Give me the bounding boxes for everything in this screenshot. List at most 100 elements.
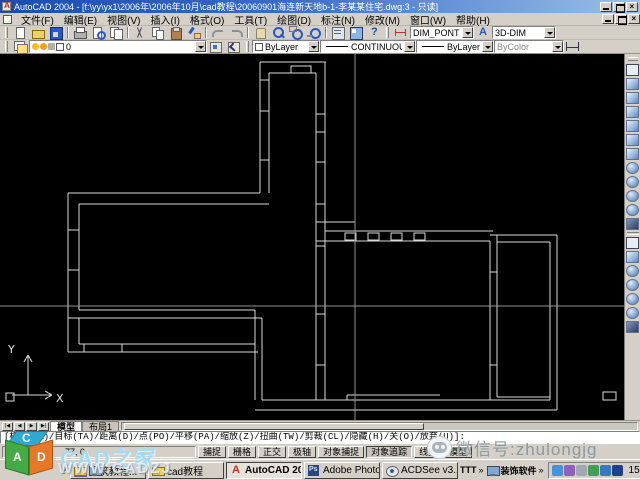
chevron-down-icon[interactable] bbox=[195, 41, 206, 52]
chevron-icon[interactable]: » bbox=[539, 465, 544, 475]
chevron-icon[interactable]: » bbox=[479, 465, 484, 475]
antivirus-icon[interactable] bbox=[587, 464, 599, 476]
menu-help[interactable]: 帮助(H) bbox=[451, 12, 495, 27]
plot-preview-icon[interactable] bbox=[90, 26, 106, 40]
otrack-toggle[interactable]: 对象追踪 bbox=[366, 445, 413, 458]
redo-icon[interactable] bbox=[228, 26, 244, 39]
close-button[interactable] bbox=[626, 1, 638, 12]
ne-isometric-view-icon[interactable] bbox=[626, 190, 639, 202]
help-icon[interactable] bbox=[366, 26, 382, 39]
open-icon[interactable] bbox=[30, 26, 46, 39]
menu-draw[interactable]: 绘图(D) bbox=[272, 12, 316, 27]
menu-format[interactable]: 格式(O) bbox=[185, 12, 229, 27]
undo-icon[interactable] bbox=[210, 26, 226, 39]
grid-toggle[interactable]: 栅格 bbox=[228, 445, 257, 458]
chevron-down-icon[interactable] bbox=[404, 41, 415, 52]
input-method-icon[interactable] bbox=[611, 464, 623, 476]
drawing-canvas[interactable]: YX bbox=[0, 54, 624, 420]
plotstyle-combo[interactable]: ByColor bbox=[494, 40, 564, 53]
new-icon[interactable] bbox=[12, 26, 28, 39]
text-style-icon[interactable] bbox=[475, 26, 491, 39]
chevron-down-icon[interactable] bbox=[482, 41, 493, 52]
se-isometric-view-icon[interactable] bbox=[626, 176, 639, 188]
horizontal-scrollbar[interactable] bbox=[121, 421, 638, 431]
toolbar-grip[interactable] bbox=[5, 27, 8, 38]
chevron-down-icon[interactable] bbox=[308, 41, 319, 52]
menu-insert[interactable]: 插入(I) bbox=[145, 12, 184, 27]
toolbar-grip[interactable] bbox=[246, 41, 249, 52]
taskbar-button-acdsee[interactable]: ACDSee v3.1... bbox=[382, 461, 458, 479]
linear-dimension-icon[interactable] bbox=[565, 40, 581, 53]
menu-dimension[interactable]: 标注(N) bbox=[316, 12, 360, 27]
minimize-button[interactable] bbox=[600, 1, 612, 12]
save-icon[interactable] bbox=[48, 26, 64, 40]
taskbar-toolbar-label[interactable]: TTT bbox=[460, 465, 477, 475]
named-views-icon[interactable] bbox=[626, 64, 639, 76]
make-object-layer-current-icon[interactable] bbox=[208, 40, 224, 53]
doc-restore-button[interactable] bbox=[615, 14, 627, 25]
volume-icon[interactable] bbox=[575, 464, 587, 476]
layer-combo[interactable]: 0 bbox=[29, 40, 207, 53]
layer-properties-icon[interactable] bbox=[12, 40, 28, 54]
camera-icon[interactable] bbox=[626, 218, 639, 230]
taskbar-toolbar-label2[interactable]: 装饰软件 bbox=[501, 464, 537, 477]
network-icon[interactable] bbox=[599, 464, 611, 476]
match-properties-icon[interactable] bbox=[186, 26, 202, 39]
pan-icon[interactable] bbox=[252, 26, 268, 39]
designcenter-icon[interactable] bbox=[348, 26, 364, 40]
cut-icon[interactable] bbox=[132, 26, 148, 39]
gouraud-shaded-icon[interactable] bbox=[626, 321, 639, 333]
toolbar-grip[interactable] bbox=[386, 27, 389, 38]
copy-icon[interactable] bbox=[150, 26, 166, 40]
snap-toggle[interactable]: 捕捉 bbox=[198, 445, 227, 458]
properties-icon[interactable] bbox=[330, 26, 346, 40]
plot-icon[interactable] bbox=[72, 26, 88, 39]
menu-tools[interactable]: 工具(T) bbox=[229, 12, 272, 27]
zoom-realtime-icon[interactable] bbox=[270, 26, 286, 39]
menu-edit[interactable]: 编辑(E) bbox=[59, 12, 102, 27]
left-view-icon[interactable] bbox=[626, 106, 639, 118]
paste-icon[interactable] bbox=[168, 26, 184, 40]
dim-style-icon[interactable] bbox=[393, 26, 409, 39]
scrollbar-thumb[interactable] bbox=[124, 422, 425, 430]
zoom-window-icon[interactable] bbox=[288, 26, 304, 40]
hidden-shade-icon[interactable] bbox=[626, 293, 639, 305]
chevron-down-icon[interactable] bbox=[544, 27, 555, 38]
front-view-icon[interactable] bbox=[626, 134, 639, 146]
flat-shaded-icon[interactable] bbox=[626, 307, 639, 319]
taskbar-button-autocad[interactable]: AutoCAD 200... bbox=[226, 461, 302, 479]
top-view-icon[interactable] bbox=[626, 78, 639, 90]
nw-isometric-view-icon[interactable] bbox=[626, 204, 639, 216]
ortho-toggle[interactable]: 正交 bbox=[258, 445, 287, 458]
toolbar-folder-icon[interactable] bbox=[486, 464, 500, 477]
qq-icon[interactable] bbox=[551, 464, 563, 476]
dim-style-combo[interactable]: DIM_PONT bbox=[410, 26, 474, 39]
taskbar-button-photoshop[interactable]: Adobe Photo... bbox=[304, 461, 380, 479]
polar-toggle[interactable]: 极轴 bbox=[288, 445, 317, 458]
3d-wireframe-icon[interactable] bbox=[626, 279, 639, 291]
doc-close-button[interactable] bbox=[628, 14, 640, 24]
toolbar-grip[interactable] bbox=[5, 41, 8, 52]
layer-previous-icon[interactable] bbox=[226, 40, 242, 53]
sw-isometric-view-icon[interactable] bbox=[626, 162, 639, 174]
menu-file[interactable]: 文件(F) bbox=[16, 12, 59, 27]
publish-icon[interactable] bbox=[108, 26, 124, 40]
back-view-icon[interactable] bbox=[626, 148, 639, 160]
menu-view[interactable]: 视图(V) bbox=[102, 12, 145, 27]
menu-modify[interactable]: 修改(M) bbox=[360, 12, 405, 27]
chevron-down-icon[interactable] bbox=[552, 41, 563, 52]
floor-plan-drawing[interactable]: YX bbox=[0, 54, 624, 420]
doc-minimize-button[interactable] bbox=[602, 14, 614, 24]
right-view-icon[interactable] bbox=[626, 120, 639, 132]
bottom-view-icon[interactable] bbox=[626, 92, 639, 104]
lineweight-combo[interactable]: ByLayer bbox=[416, 40, 494, 53]
document-icon[interactable] bbox=[3, 14, 12, 24]
menu-window[interactable]: 窗口(W) bbox=[405, 12, 451, 27]
text-style-combo[interactable]: 3D-DIM bbox=[492, 26, 556, 39]
render-icon[interactable] bbox=[626, 237, 639, 249]
osnap-toggle[interactable]: 对象捕捉 bbox=[318, 445, 365, 458]
chevron-down-icon[interactable] bbox=[462, 27, 473, 38]
restore-button[interactable] bbox=[613, 1, 625, 13]
hide-icon[interactable] bbox=[626, 251, 639, 263]
zoom-previous-icon[interactable] bbox=[306, 26, 322, 39]
